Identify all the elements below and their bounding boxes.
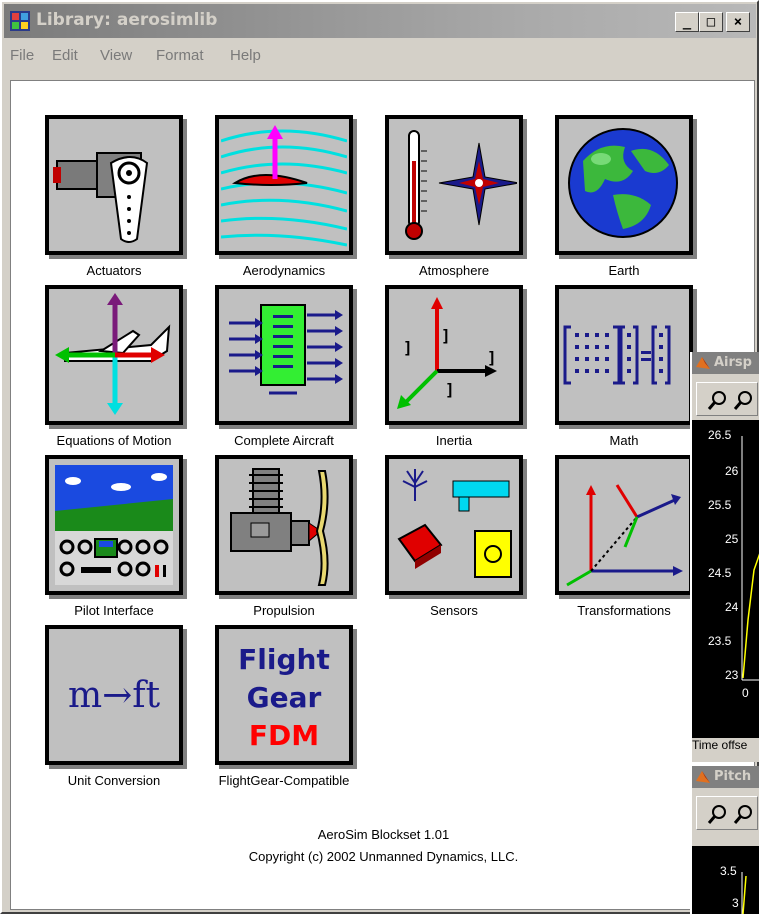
scope-plot-area: 3.5 3: [692, 846, 759, 914]
block-label: Unit Conversion: [67, 773, 161, 788]
menu-file[interactable]: File: [10, 47, 34, 64]
sensors-icon: [397, 469, 512, 578]
scope-title-bar[interactable]: Airsp: [692, 352, 759, 374]
block-label: FlightGear-Compatible: [218, 773, 350, 788]
menu-edit[interactable]: Edit: [52, 47, 78, 64]
block-label: Propulsion: [253, 603, 315, 618]
flightgear-line-1: Flight: [238, 643, 330, 676]
zoom-x-icon[interactable]: [733, 803, 755, 825]
matlab-icon: [696, 771, 710, 783]
scope-axes: [741, 872, 747, 914]
flightgear-line-3: FDM: [249, 719, 319, 752]
flightgear-line-2: Gear: [247, 681, 322, 714]
thermometer-compass-icon: [405, 130, 517, 240]
menu-format[interactable]: Format: [156, 47, 204, 64]
scope-title-bar[interactable]: Pitch: [692, 766, 759, 788]
menu-help[interactable]: Help: [230, 47, 261, 64]
zoom-icon[interactable]: [707, 389, 729, 411]
coordinate-frames-icon: [566, 484, 683, 587]
complete-aircraft-block-icon: [229, 304, 343, 395]
scope-title: Pitch: [714, 769, 752, 784]
maximize-button[interactable]: □: [699, 12, 723, 32]
unit-conversion-glyph: m→ft: [68, 675, 161, 716]
library-window: Library: aerosimlib _ □ × File Edit View…: [0, 0, 759, 914]
zoom-icon[interactable]: [707, 803, 729, 825]
minimize-button[interactable]: _: [675, 12, 699, 32]
block-label: Pilot Interface: [74, 603, 154, 618]
globe-icon: [568, 128, 678, 238]
scope-toolbar: [696, 796, 758, 830]
close-button[interactable]: ×: [726, 12, 750, 32]
menu-bar: File Edit View Format Help: [4, 42, 756, 72]
block-label: Earth: [608, 263, 640, 278]
menu-view[interactable]: View: [100, 47, 132, 64]
title-bar[interactable]: Library: aerosimlib _ □ ×: [4, 4, 756, 38]
scope-window-airspeed[interactable]: Airsp 26.5 26 25.5 25 24.5 24 23.5 23 0 …: [690, 352, 759, 762]
matrix-icon: [563, 325, 671, 385]
scope-title: Airsp: [714, 355, 752, 370]
block-label: Inertia: [435, 433, 473, 448]
time-offset-label: Time offse: [692, 738, 748, 752]
svg-text:]: ]: [445, 380, 455, 399]
scope-plot-area: 26.5 26 25.5 25 24.5 24 23.5 23 0: [692, 420, 759, 738]
scope-window-pitch[interactable]: Pitch 3.5 3: [690, 766, 759, 914]
inertia-axes-icon: ]]]]: [397, 297, 497, 409]
block-label: Equations of Motion: [56, 433, 172, 448]
airfoil-lift-icon: [221, 125, 347, 247]
footer-version: AeroSim Blockset 1.01: [317, 827, 450, 842]
svg-text:]: ]: [403, 338, 413, 357]
simulink-library-icon: [10, 11, 30, 31]
zoom-x-icon[interactable]: [733, 389, 755, 411]
block-label: Complete Aircraft: [234, 433, 334, 448]
scope-axes: [741, 436, 759, 681]
matlab-icon: [696, 357, 710, 369]
flightgear-fdm-icon: Flight Gear FDM: [238, 643, 330, 752]
block-label: Atmosphere: [418, 263, 490, 278]
scope-toolbar: [696, 382, 758, 416]
svg-text:]: ]: [441, 326, 451, 345]
engine-propeller-icon: [230, 468, 329, 586]
aircraft-axes-icon: [55, 293, 171, 415]
block-label: Sensors: [430, 603, 478, 618]
actuator-servo-icon: [53, 152, 149, 243]
window-title: Library: aerosimlib: [36, 10, 218, 30]
footer-copyright: Copyright (c) 2002 Unmanned Dynamics, LL…: [248, 849, 519, 864]
svg-text:]: ]: [487, 348, 497, 367]
cockpit-icon: [55, 465, 173, 585]
unit-conversion-icon: m→ft: [68, 675, 161, 716]
library-canvas: Actuators Aerodynamics Atmosphere Earth …: [10, 80, 755, 910]
block-label: Aerodynamics: [242, 263, 326, 278]
block-label: Actuators: [86, 263, 142, 278]
